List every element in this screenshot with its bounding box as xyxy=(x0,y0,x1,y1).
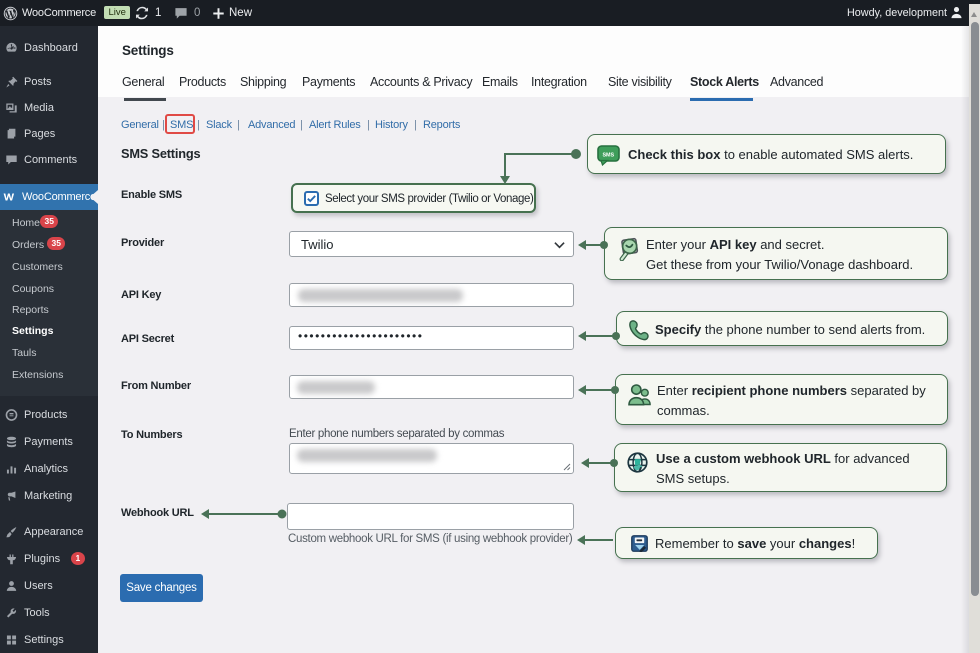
svg-text:SMS: SMS xyxy=(602,152,614,158)
